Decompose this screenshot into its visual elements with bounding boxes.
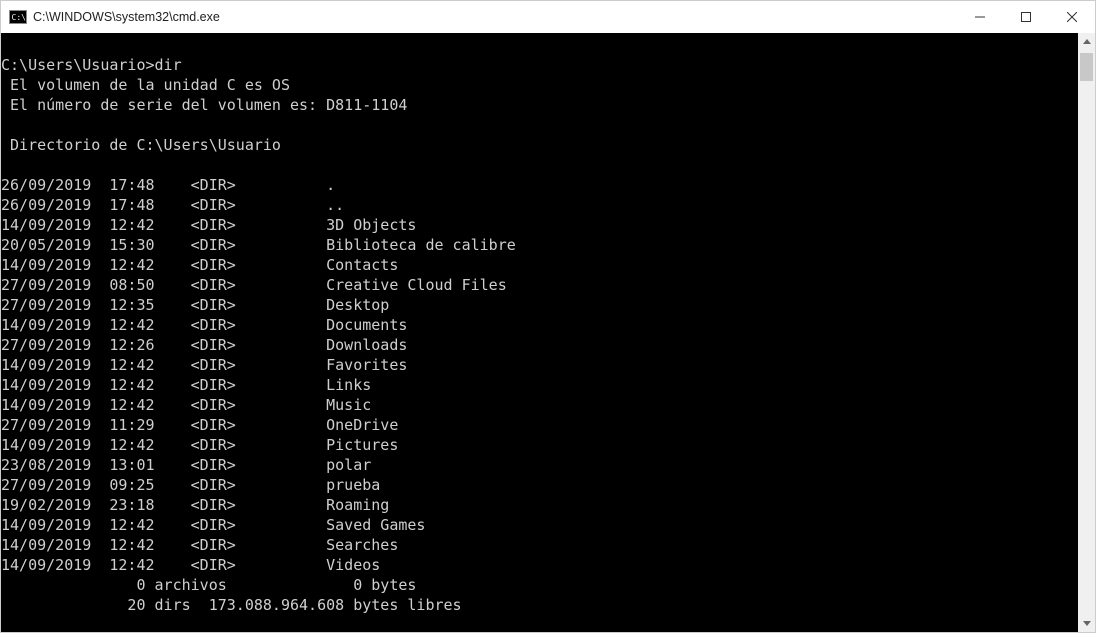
terminal-line: 14/09/2019 12:42 <DIR> Contacts [1,255,1078,275]
terminal-line: 23/08/2019 13:01 <DIR> polar [1,455,1078,475]
client-area: C:\Users\Usuario>dir El volumen de la un… [1,33,1095,632]
terminal-line: 14/09/2019 12:42 <DIR> Pictures [1,435,1078,455]
terminal-line: 27/09/2019 08:50 <DIR> Creative Cloud Fi… [1,275,1078,295]
scroll-thumb[interactable] [1080,53,1093,81]
terminal-line: 14/09/2019 12:42 <DIR> Links [1,375,1078,395]
terminal-line: 14/09/2019 12:42 <DIR> Saved Games [1,515,1078,535]
terminal-line: 14/09/2019 12:42 <DIR> Searches [1,535,1078,555]
titlebar[interactable]: C:\ C:\WINDOWS\system32\cmd.exe [1,1,1095,33]
vertical-scrollbar[interactable] [1078,33,1095,632]
terminal-line: El volumen de la unidad C es OS [1,75,1078,95]
terminal-line: 19/02/2019 23:18 <DIR> Roaming [1,495,1078,515]
terminal-line: 26/09/2019 17:48 <DIR> . [1,175,1078,195]
terminal-line: El número de serie del volumen es: D811-… [1,95,1078,115]
terminal-line: 20/05/2019 15:30 <DIR> Biblioteca de cal… [1,235,1078,255]
terminal-line: 14/09/2019 12:42 <DIR> Favorites [1,355,1078,375]
window-title: C:\WINDOWS\system32\cmd.exe [33,10,220,24]
maximize-button[interactable] [1003,1,1049,33]
terminal-line [1,115,1078,135]
terminal-line [1,35,1078,55]
terminal-line: Directorio de C:\Users\Usuario [1,135,1078,155]
terminal-line: 27/09/2019 11:29 <DIR> OneDrive [1,415,1078,435]
scroll-up-button[interactable] [1078,33,1095,50]
cmd-icon: C:\ [9,10,27,24]
terminal-line: 20 dirs 173.088.964.608 bytes libres [1,595,1078,615]
terminal-line: 27/09/2019 12:35 <DIR> Desktop [1,295,1078,315]
cmd-window: C:\ C:\WINDOWS\system32\cmd.exe C:\Users… [0,0,1096,633]
terminal-output[interactable]: C:\Users\Usuario>dir El volumen de la un… [1,33,1078,632]
svg-text:C:\: C:\ [12,13,27,22]
terminal-line: 26/09/2019 17:48 <DIR> .. [1,195,1078,215]
terminal-line: 14/09/2019 12:42 <DIR> Music [1,395,1078,415]
close-button[interactable] [1049,1,1095,33]
terminal-line: C:\Users\Usuario>dir [1,55,1078,75]
terminal-line [1,155,1078,175]
scroll-down-button[interactable] [1078,615,1095,632]
terminal-line: 14/09/2019 12:42 <DIR> 3D Objects [1,215,1078,235]
terminal-line: 14/09/2019 12:42 <DIR> Documents [1,315,1078,335]
terminal-line: 27/09/2019 09:25 <DIR> prueba [1,475,1078,495]
terminal-line: 14/09/2019 12:42 <DIR> Videos [1,555,1078,575]
terminal-line: 0 archivos 0 bytes [1,575,1078,595]
minimize-button[interactable] [957,1,1003,33]
terminal-line: 27/09/2019 12:26 <DIR> Downloads [1,335,1078,355]
